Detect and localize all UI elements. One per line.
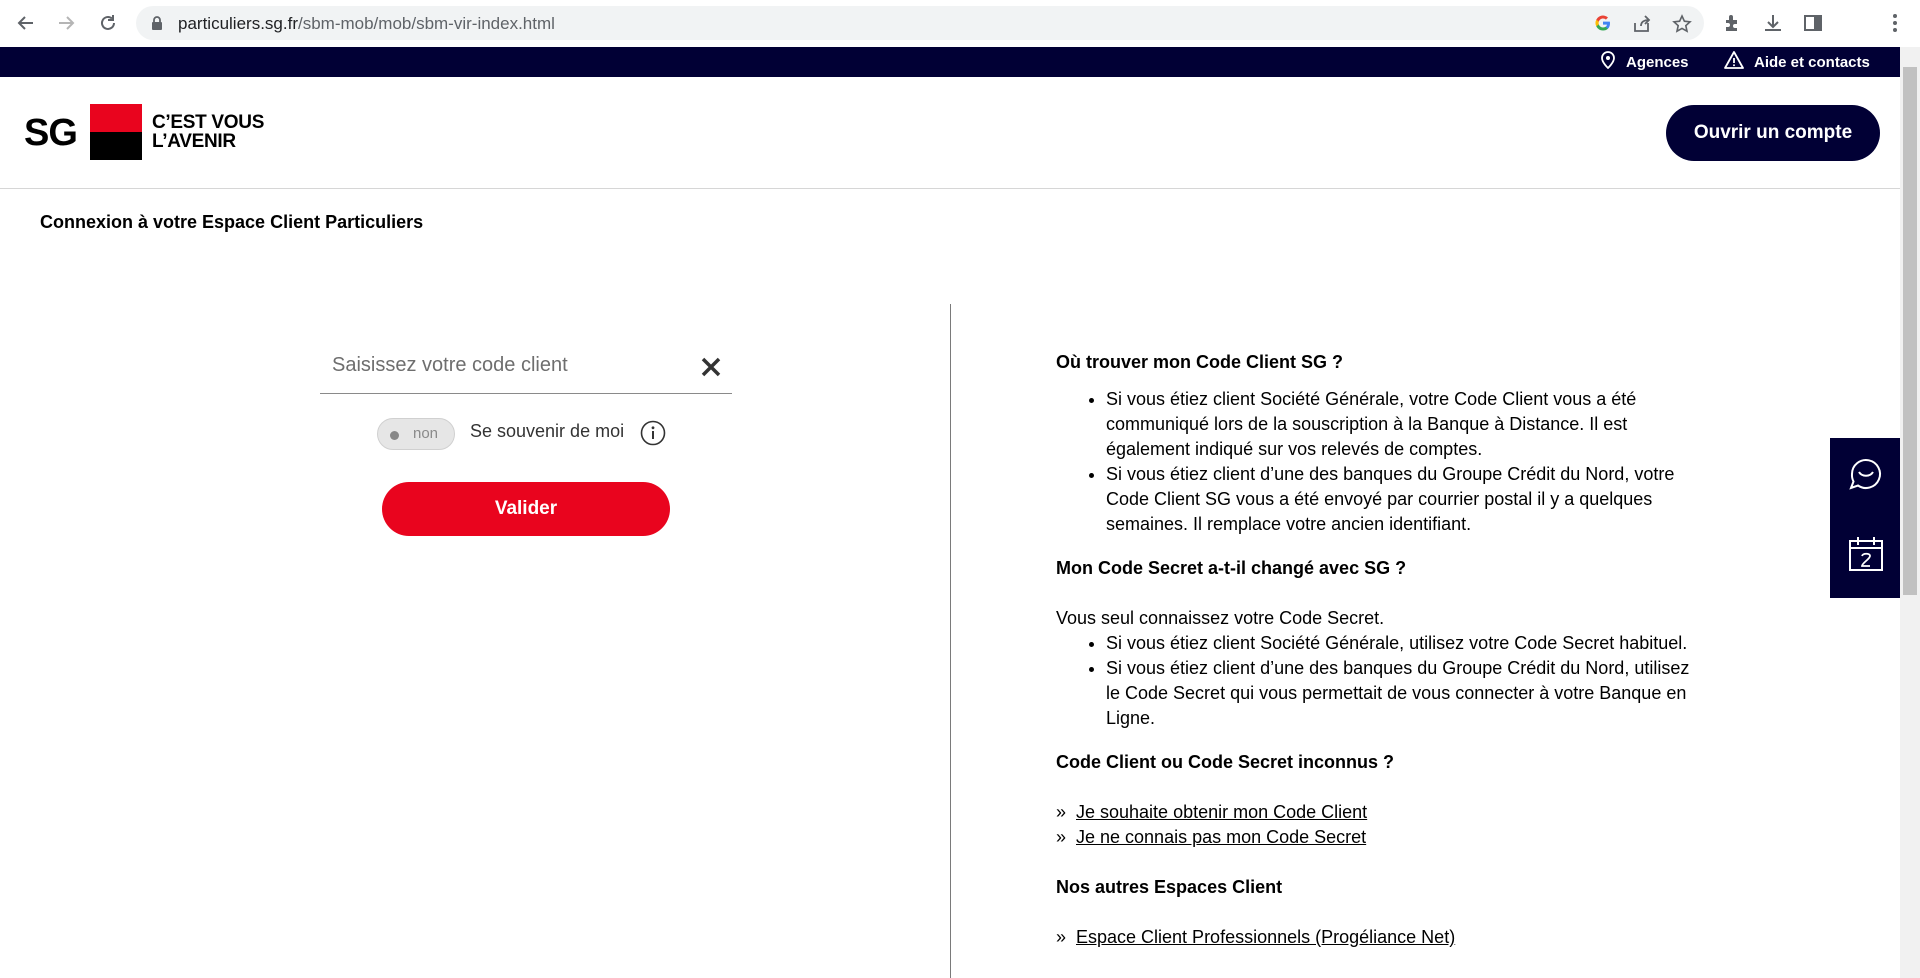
- list-item: » Espace Client Professionnels (Progélia…: [1056, 925, 1696, 950]
- logo-red-square: [90, 104, 142, 132]
- double-chevron-icon: »: [1056, 802, 1067, 822]
- location-pin-icon: [1600, 51, 1626, 73]
- share-icon[interactable]: [1632, 14, 1652, 34]
- forgot-secret-code-link[interactable]: Je ne connais pas mon Code Secret: [1076, 825, 1366, 850]
- double-chevron-icon: »: [1056, 827, 1067, 847]
- scrollbar-thumb[interactable]: [1903, 67, 1917, 595]
- pro-space-link[interactable]: Espace Client Professionnels (Progélianc…: [1076, 925, 1455, 950]
- address-bar[interactable]: particuliers.sg.fr/sbm-mob/mob/sbm-vir-i…: [136, 6, 1704, 40]
- url-text: particuliers.sg.fr/sbm-mob/mob/sbm-vir-i…: [178, 14, 555, 33]
- lock-icon: [150, 15, 164, 36]
- client-code-input[interactable]: [332, 350, 672, 380]
- help-q1-list: Si vous étiez client Société Générale, v…: [1056, 387, 1696, 537]
- download-icon[interactable]: [1762, 12, 1784, 34]
- help-q1-heading: Où trouver mon Code Client SG ?: [1056, 352, 1344, 372]
- side-panel-icon[interactable]: [1802, 12, 1824, 34]
- help-contacts-link[interactable]: Aide et contacts: [1724, 47, 1870, 77]
- get-client-code-link[interactable]: Je souhaite obtenir mon Code Client: [1076, 800, 1367, 825]
- open-account-button[interactable]: Ouvrir un compte: [1666, 105, 1880, 161]
- help-section: Où trouver mon Code Client SG ? Si vous …: [1056, 350, 1696, 950]
- help-q2-list: Si vous étiez client Société Générale, u…: [1056, 631, 1696, 731]
- help-q4-heading: Nos autres Espaces Client: [1056, 877, 1283, 897]
- agencies-link[interactable]: Agences: [1600, 47, 1689, 77]
- logo-slogan: C’EST VOUS L’AVENIR: [152, 112, 265, 152]
- google-icon[interactable]: [1594, 14, 1614, 34]
- list-item: Si vous étiez client Société Générale, v…: [1106, 387, 1696, 462]
- list-item: » Je ne connais pas mon Code Secret: [1056, 825, 1696, 850]
- logo-black-square: [90, 132, 142, 160]
- warning-icon: [1724, 51, 1754, 73]
- list-item: Si vous étiez client Société Générale, u…: [1106, 631, 1696, 656]
- validate-button[interactable]: Valider: [382, 482, 670, 536]
- client-code-field: [320, 338, 732, 394]
- clear-icon[interactable]: [698, 354, 724, 380]
- browser-toolbar: particuliers.sg.fr/sbm-mob/mob/sbm-vir-i…: [0, 0, 1920, 47]
- info-icon[interactable]: [640, 420, 666, 446]
- list-item: » Je souhaite obtenir mon Code Client: [1056, 800, 1696, 825]
- list-item: Si vous étiez client d’une des banques d…: [1106, 462, 1696, 537]
- back-icon[interactable]: [14, 11, 38, 35]
- help-q4-links: » Espace Client Professionnels (Progélia…: [1056, 925, 1696, 950]
- site-header: SG C’EST VOUS L’AVENIR Ouvrir un compte: [0, 77, 1900, 189]
- help-q3-heading: Code Client ou Code Secret inconnus ?: [1056, 752, 1395, 772]
- forward-icon[interactable]: [54, 11, 78, 35]
- list-item: Si vous étiez client d’une des banques d…: [1106, 656, 1696, 731]
- sg-logo[interactable]: SG C’EST VOUS L’AVENIR: [24, 104, 274, 160]
- double-chevron-icon: »: [1056, 927, 1067, 947]
- remember-me-label: Se souvenir de moi: [470, 421, 625, 441]
- floating-contact-widget: [1830, 438, 1900, 598]
- menu-dots-icon[interactable]: [1884, 12, 1906, 34]
- column-divider: [950, 304, 951, 978]
- utility-bar: Agences Aide et contacts: [0, 47, 1900, 77]
- calendar-icon[interactable]: [1848, 536, 1884, 572]
- help-q3-links: » Je souhaite obtenir mon Code Client » …: [1056, 800, 1696, 850]
- extensions-icon[interactable]: [1722, 12, 1744, 34]
- page-title: Connexion à votre Espace Client Particul…: [40, 212, 424, 232]
- reload-icon[interactable]: [96, 11, 120, 35]
- help-q2-heading: Mon Code Secret a-t-il changé avec SG ?: [1056, 558, 1407, 578]
- page-scrollbar[interactable]: [1900, 47, 1920, 978]
- bookmark-star-icon[interactable]: [1672, 14, 1692, 34]
- toggle-knob: [390, 431, 399, 440]
- help-q2-intro: Vous seul connaissez votre Code Secret.: [1056, 608, 1385, 628]
- chat-icon[interactable]: [1848, 456, 1884, 492]
- remember-me-toggle[interactable]: non: [377, 418, 455, 450]
